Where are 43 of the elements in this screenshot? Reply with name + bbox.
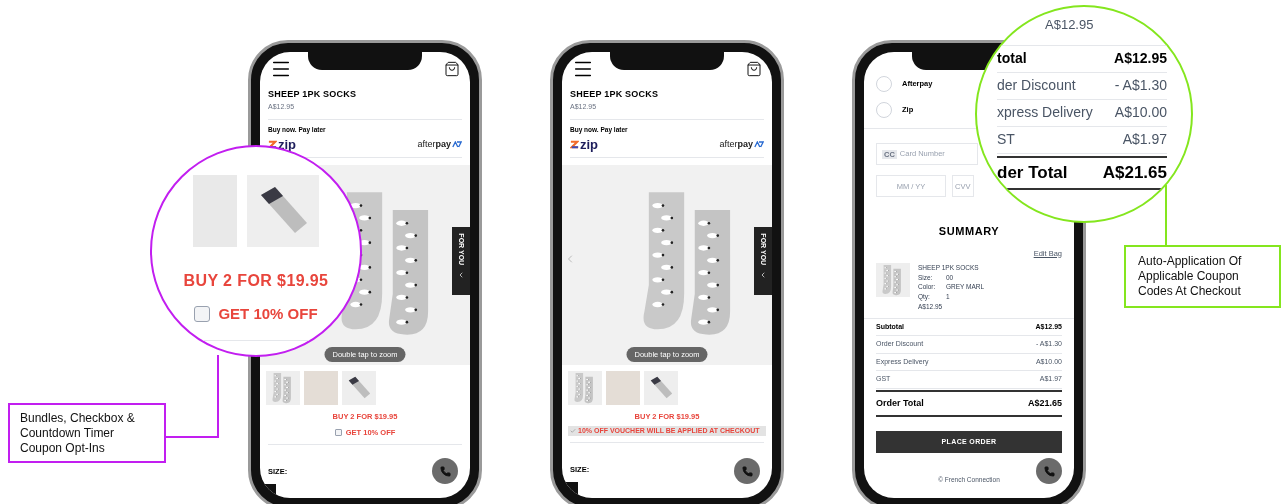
chevron-up-icon — [759, 271, 767, 279]
bundle-offer: BUY 2 FOR $19.95 — [183, 271, 329, 291]
callout-box: Bundles, Checkbox & Countdown Timer Coupon Opt-Ins — [8, 403, 166, 463]
total-value: A$21.65 — [1102, 161, 1167, 184]
zip-mark-icon — [570, 140, 579, 149]
thumbnail[interactable] — [266, 371, 300, 406]
size-option[interactable] — [566, 481, 578, 494]
total-label: total — [997, 49, 1027, 68]
afterpay-mark-icon — [452, 141, 462, 148]
total-value: - A$1.30 — [1114, 76, 1167, 95]
product-title: SHEEP 1PK SOCKS — [570, 88, 660, 101]
phone-icon — [1043, 465, 1055, 477]
bag-icon[interactable] — [444, 61, 460, 77]
total-label: der Total — [997, 161, 1068, 184]
afterpay-mark-icon — [754, 141, 764, 148]
total-value: A$1.97 — [1122, 130, 1167, 149]
thumbnail[interactable] — [644, 371, 678, 406]
total-label: ST — [997, 130, 1015, 149]
item-price: A$12.95 — [1045, 16, 1094, 34]
chevron-up-icon — [457, 271, 465, 279]
checkbox[interactable] — [334, 428, 342, 436]
coupon-label: GET 10% OFF — [218, 304, 318, 324]
thumbnail[interactable] — [568, 371, 602, 406]
phone-icon — [439, 465, 451, 477]
product-title: SHEEP 1PK SOCKS — [268, 88, 358, 101]
total-value: A$21.65 — [1027, 396, 1062, 410]
bag-icon[interactable] — [746, 61, 762, 77]
afterpay-logo: afterpay — [719, 137, 753, 151]
total-label: Order Total — [876, 396, 924, 410]
callout-box: Auto-Application Of Applicable Coupon Codes At Checkout — [1124, 245, 1281, 308]
call-button[interactable] — [432, 458, 458, 484]
total-value: A$12.95 — [1114, 49, 1167, 68]
summary-title: SUMMARY — [937, 224, 1001, 239]
thumbnail[interactable] — [342, 371, 376, 406]
afterpay-logo: afterpay — [417, 137, 451, 151]
total-label: xpress Delivery — [997, 103, 1093, 122]
size-option[interactable] — [264, 483, 276, 496]
total-value: A$10.00 — [1114, 103, 1167, 122]
phone-icon — [741, 465, 753, 477]
call-button[interactable] — [734, 458, 760, 484]
call-button[interactable] — [1036, 458, 1062, 484]
total-label: der Discount — [997, 76, 1076, 95]
zip-logo: zip — [580, 135, 599, 154]
